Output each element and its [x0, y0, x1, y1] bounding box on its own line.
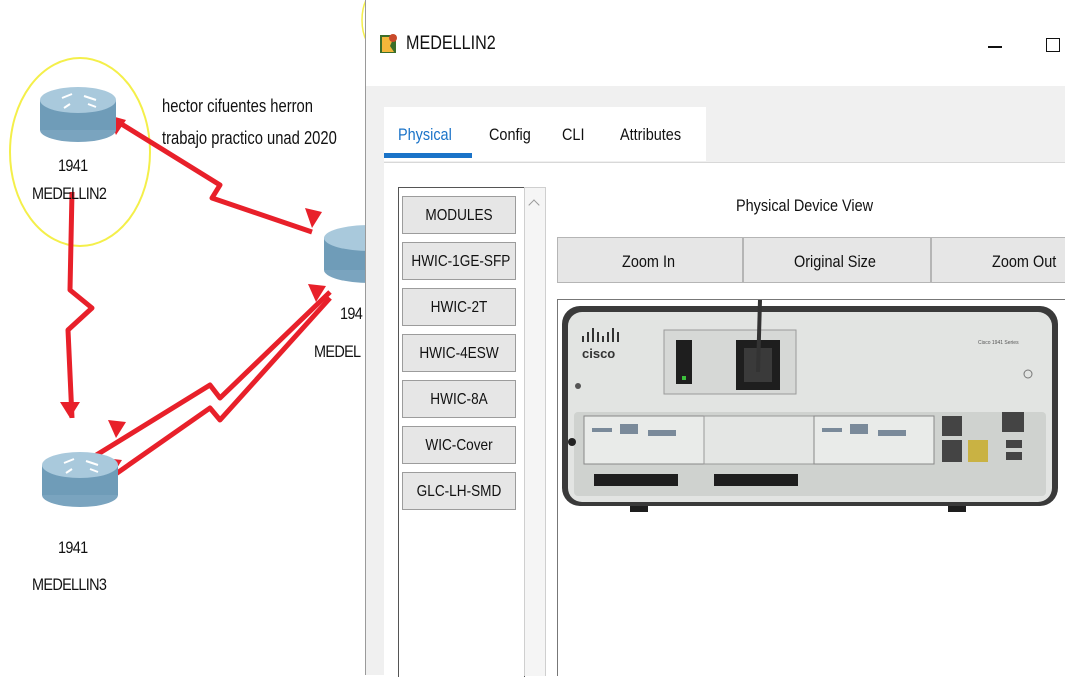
- tab-label: CLI: [562, 125, 585, 144]
- tab-label: Attributes: [620, 125, 682, 144]
- module-item[interactable]: HWIC-2T: [402, 288, 516, 326]
- ehwic-slot-1[interactable]: [813, 415, 935, 465]
- serial-link-m3-m1-a[interactable]: [83, 290, 332, 465]
- router-model-label: 194: [340, 304, 363, 323]
- physical-device-view-title: Physical Device View: [736, 196, 874, 215]
- cf-slot-1: [714, 474, 798, 486]
- tab-label: Config: [489, 125, 531, 144]
- usb-port[interactable]: [1006, 440, 1022, 448]
- console-port[interactable]: [942, 416, 962, 436]
- button-label: Zoom Out: [992, 252, 1057, 271]
- window-title: MEDELLIN2: [406, 33, 496, 54]
- router-name-label: MEDELLIN3: [32, 575, 107, 594]
- note-line: trabajo practico unad 2020: [162, 128, 337, 148]
- link-endpoint: [60, 402, 80, 418]
- router-model-label: 1941: [58, 538, 88, 557]
- modules-header[interactable]: MODULES: [402, 196, 516, 234]
- module-label: GLC-LH-SMD: [416, 483, 502, 500]
- device-view[interactable]: cisco Cisco 1941 Series: [557, 299, 1065, 676]
- link-endpoint: [108, 420, 126, 438]
- module-item[interactable]: HWIC-1GE-SFP: [402, 242, 516, 280]
- module-item[interactable]: GLC-LH-SMD: [402, 472, 516, 510]
- router-name-label: MEDELLIN2: [32, 184, 107, 203]
- packet-tracer-icon: [380, 34, 397, 53]
- active-tab-indicator: [384, 153, 472, 158]
- aux-port[interactable]: [1002, 412, 1024, 432]
- button-label: Original Size: [794, 252, 876, 271]
- original-size-button[interactable]: Original Size: [743, 237, 931, 283]
- zoom-in-button[interactable]: Zoom In: [557, 237, 743, 283]
- module-label: HWIC-8A: [430, 391, 488, 408]
- module-item[interactable]: WIC-Cover: [402, 426, 516, 464]
- modules-scrollbar[interactable]: [524, 187, 546, 676]
- module-label: HWIC-2T: [430, 299, 488, 316]
- module-label: HWIC-4ESW: [419, 345, 499, 362]
- router-name-label: MEDEL: [314, 342, 361, 361]
- router-chassis[interactable]: cisco Cisco 1941 Series: [558, 300, 1065, 677]
- module-item[interactable]: HWIC-4ESW: [402, 334, 516, 372]
- device-window: MEDELLIN2 Physical Config CLI Attributes…: [365, 0, 1065, 677]
- selection-highlight: [9, 57, 151, 247]
- tab-attributes[interactable]: Attributes: [600, 107, 706, 161]
- ehwic-slot-0[interactable]: [583, 415, 705, 465]
- maximize-button[interactable]: [1036, 28, 1065, 64]
- button-label: Zoom In: [622, 252, 676, 271]
- link-endpoint: [305, 208, 322, 228]
- minimize-button[interactable]: [978, 28, 1018, 64]
- gig0-1-port[interactable]: [968, 440, 988, 462]
- chevron-up-icon[interactable]: [528, 199, 540, 211]
- series-text: Cisco 1941 Series: [978, 340, 1019, 346]
- serial-link-m2-m3[interactable]: [65, 191, 95, 419]
- topology-note[interactable]: hector cifuentes herron trabajo practico…: [162, 90, 337, 154]
- module-item[interactable]: HWIC-8A: [402, 380, 516, 418]
- title-bar[interactable]: MEDELLIN2: [366, 0, 1065, 86]
- module-label: HWIC-1GE-SFP: [411, 253, 511, 270]
- router-icon[interactable]: [40, 87, 116, 142]
- brand-text: cisco: [582, 346, 615, 361]
- usb-port[interactable]: [1006, 452, 1022, 460]
- tab-physical[interactable]: Physical: [384, 107, 472, 161]
- module-label: MODULES: [425, 207, 493, 224]
- cf-slot-0: [594, 474, 678, 486]
- tab-config[interactable]: Config: [472, 107, 550, 161]
- router-model-label: 1941: [58, 156, 88, 175]
- tab-label: Physical: [398, 125, 452, 144]
- router-icon[interactable]: [42, 452, 118, 507]
- ehwic-slot-cover: [703, 415, 815, 465]
- tab-cli[interactable]: CLI: [550, 107, 600, 161]
- modules-list[interactable]: MODULES HWIC-1GE-SFP HWIC-2T HWIC-4ESW H…: [398, 187, 525, 677]
- module-label: WIC-Cover: [425, 437, 493, 454]
- zoom-out-button[interactable]: Zoom Out: [931, 237, 1065, 283]
- gig0-0-port[interactable]: [942, 440, 962, 462]
- physical-tab-content: MODULES HWIC-1GE-SFP HWIC-2T HWIC-4ESW H…: [384, 162, 1065, 677]
- note-line: hector cifuentes herron: [162, 96, 313, 116]
- power-cable: [756, 300, 762, 373]
